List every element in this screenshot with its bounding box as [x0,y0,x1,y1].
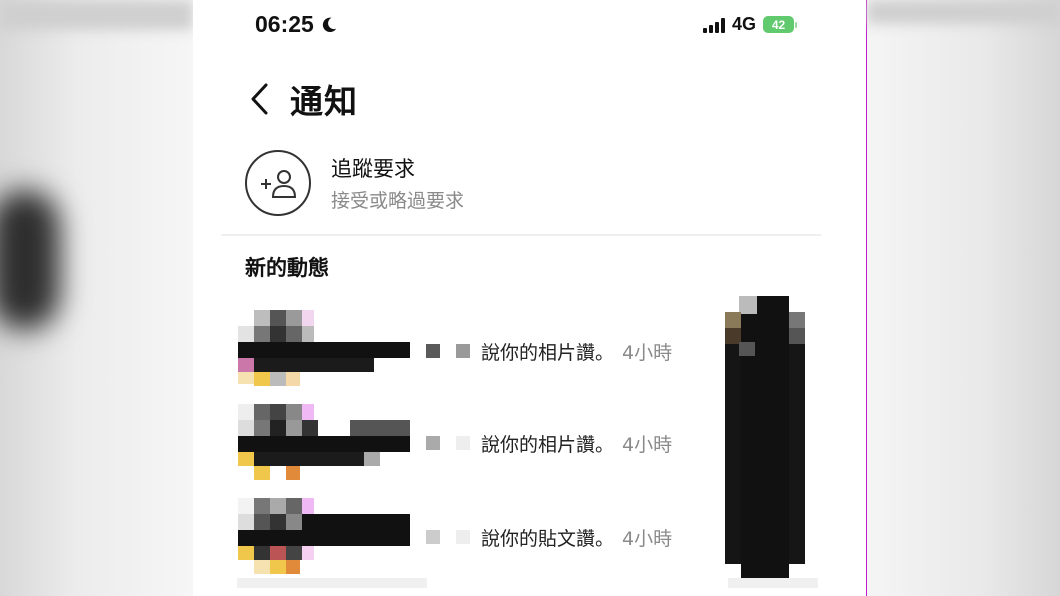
follow-requests-subtitle: 接受或略過要求 [331,190,465,212]
notification-item[interactable]: 說你的相片讚。 4小時 [238,404,708,494]
notification-message: 說你的貼文讚。 [481,528,615,550]
blurred-background-right [866,0,1060,596]
avatar [238,310,410,386]
divider [221,234,821,236]
avatar [238,498,410,574]
notification-item[interactable]: 說你的相片讚。 4小時 [238,310,708,400]
avatar [238,404,410,480]
redacted-name [426,530,470,544]
moon-icon [322,17,337,32]
battery-icon: 42 [763,16,797,33]
status-bar-indicators: 4G 42 [702,14,797,35]
redacted-name [426,436,470,450]
status-bar-time: 06:25 [255,11,338,38]
notification-message: 說你的相片讚。 [481,342,615,364]
divider [237,578,427,588]
post-thumbnail[interactable] [725,296,805,580]
section-title: 新的動態 [245,256,329,280]
notification-item[interactable]: 說你的貼文讚。 4小時 [238,498,708,588]
divider [728,578,818,588]
network-label: 4G [731,14,756,34]
blurred-background-left [0,0,193,596]
page-header: 通知 [248,75,358,123]
follow-requests-title: 追蹤要求 [331,157,415,181]
notification-message: 說你的相片讚。 [481,434,615,456]
follow-requests-row[interactable]: 追蹤要求 接受或略過要求 [245,148,815,218]
add-person-icon [245,150,311,216]
back-icon[interactable] [248,81,272,117]
notification-time: 4小時 [622,434,673,456]
notification-time: 4小時 [622,342,673,364]
signal-icon [702,17,725,33]
notification-time: 4小時 [622,528,673,550]
redacted-name [426,344,470,358]
phone-screen: 06:25 4G 42 通知 追蹤要求 接受或略過要求 新的動態 說你的相片讚。… [193,0,866,596]
page-title: 通知 [290,82,358,121]
